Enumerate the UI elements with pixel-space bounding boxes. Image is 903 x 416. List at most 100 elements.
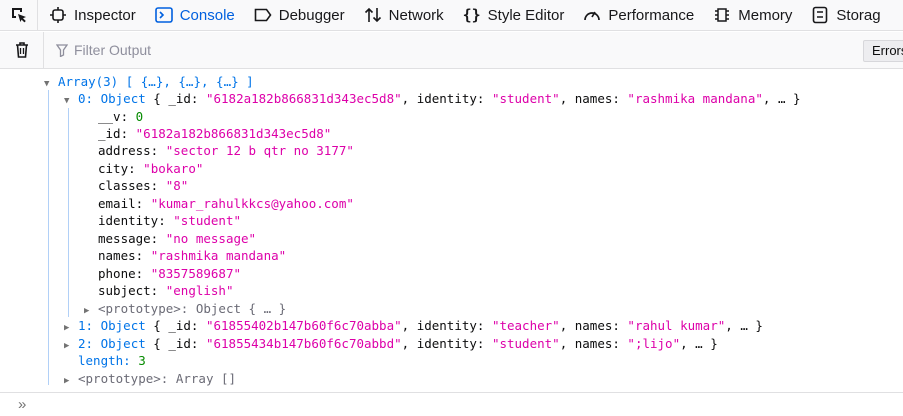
style-editor-icon: {}: [462, 6, 481, 24]
tab-memory[interactable]: Memory: [702, 0, 800, 30]
summary-prefix: { _id:: [153, 91, 206, 106]
property-value: "rashmika mandana": [150, 248, 287, 263]
summary-identity: "teacher": [491, 318, 560, 333]
funnel-icon: [56, 43, 68, 57]
property-row: _id: "6182a182b866831d343ec5d8": [98, 125, 331, 142]
summary-names-key: , names:: [559, 318, 628, 333]
length-value: 3: [138, 353, 146, 368]
summary-identity-key: , identity:: [401, 336, 492, 351]
network-icon: [363, 5, 383, 25]
property-value: "bokaro": [143, 161, 204, 176]
errors-filter-button[interactable]: Errors: [863, 40, 903, 62]
summary-suffix: , … }: [762, 91, 801, 106]
tab-label: Debugger: [278, 6, 345, 24]
trash-icon: [15, 42, 28, 58]
array-header-row[interactable]: ▼ Array(3) [ {…}, {…}, {…} ]: [44, 73, 254, 90]
length-row: length: 3: [78, 352, 146, 369]
filter-input[interactable]: Filter Output: [44, 32, 903, 69]
array-summary: Array(3) [ {…}, {…}, {…} ]: [58, 74, 254, 89]
property-row: subject: "english": [98, 282, 233, 299]
property-key: city:: [98, 161, 136, 176]
tab-console[interactable]: Console: [144, 0, 243, 30]
prototype-key: <prototype>:: [78, 371, 169, 386]
collapsed-twisty-icon: ▶: [64, 341, 70, 351]
summary-prefix: { _id:: [153, 336, 206, 351]
tab-label: Network: [388, 6, 444, 24]
property-key: address:: [98, 143, 159, 158]
array-item-row[interactable]: ▶ 1: Object { _id: "61855402b147b60f6c70a…: [64, 317, 763, 334]
item-type: Object: [100, 91, 146, 106]
property-value: 0: [135, 109, 144, 124]
collapsed-twisty-icon: ▶: [64, 376, 70, 386]
console-icon: [154, 5, 174, 25]
array-item-row[interactable]: ▼ 0: Object { _id: "6182a182b866831d343ec…: [64, 90, 801, 107]
console-input[interactable]: »: [0, 392, 903, 416]
length-key: length:: [78, 353, 131, 368]
prototype-row[interactable]: ▶ <prototype>: Object { … }: [84, 300, 286, 317]
property-row: __v: 0: [98, 108, 143, 125]
summary-names-key: , names:: [559, 91, 628, 106]
property-key: classes:: [98, 178, 159, 193]
tab-label: Console: [179, 6, 235, 24]
summary-identity-key: , identity:: [401, 91, 492, 106]
property-row: message: "no message": [98, 230, 256, 247]
property-row: address: "sector 12 b qtr no 3177": [98, 142, 354, 159]
tree-guide-line: [68, 108, 69, 317]
tree-guide-line: [48, 90, 49, 385]
tab-performance[interactable]: Performance: [572, 0, 702, 30]
summary-names: "rahul kumar": [627, 318, 726, 333]
memory-icon: [712, 5, 732, 25]
property-key: message:: [98, 231, 159, 246]
summary-names: "rashmika mandana": [627, 91, 763, 106]
item-index: 2:: [78, 336, 94, 351]
tab-storage[interactable]: Storag: [800, 0, 888, 30]
element-picker-button[interactable]: [0, 0, 38, 30]
property-row: email: "kumar_rahulkkcs@yahoo.com": [98, 195, 354, 212]
property-value: "8": [165, 178, 189, 193]
tab-inspector[interactable]: Inspector: [38, 0, 144, 30]
prompt-chevron-icon: »: [18, 396, 27, 413]
property-value: "no message": [165, 231, 257, 246]
property-key: email:: [98, 196, 144, 211]
inspector-icon: [48, 5, 68, 25]
devtools-toolbar: Inspector Console Debugger Network {} St…: [0, 0, 903, 31]
tab-label: Style Editor: [487, 6, 565, 24]
tab-label: Performance: [608, 6, 695, 24]
summary-identity-key: , identity:: [401, 318, 492, 333]
console-filter-bar: Filter Output Errors: [0, 31, 903, 69]
array-item-row[interactable]: ▶ 2: Object { _id: "61855434b147b60f6c70a…: [64, 335, 718, 352]
property-key: _id:: [98, 126, 129, 141]
item-type: Object: [100, 336, 146, 351]
tab-label: Inspector: [74, 6, 136, 24]
expanded-twisty-icon: ▼: [44, 79, 50, 89]
prototype-value: Array []: [175, 371, 237, 386]
storage-icon: [810, 5, 830, 25]
property-key: phone:: [98, 266, 144, 281]
property-row: phone: "8357589687": [98, 265, 241, 282]
property-value: "english": [165, 283, 234, 298]
clear-console-button[interactable]: [0, 31, 44, 69]
prototype-key: <prototype>:: [98, 301, 189, 316]
summary-id: "6182a182b866831d343ec5d8": [205, 91, 402, 106]
property-row: identity: "student": [98, 212, 241, 229]
property-value: "6182a182b866831d343ec5d8": [135, 126, 332, 141]
element-picker-icon: [11, 8, 26, 23]
tab-style-editor[interactable]: {} Style Editor: [452, 0, 573, 30]
summary-identity: "student": [491, 91, 560, 106]
tab-debugger[interactable]: Debugger: [243, 0, 353, 30]
summary-id: "61855402b147b60f6c70abba": [205, 318, 402, 333]
summary-names: ";lijo": [627, 336, 681, 351]
prototype-value: Object { … }: [195, 301, 287, 316]
property-key: names:: [98, 248, 144, 263]
tab-network[interactable]: Network: [353, 0, 452, 30]
tab-label: Storag: [836, 6, 881, 24]
tab-label: Memory: [738, 6, 793, 24]
array-prototype-row[interactable]: ▶ <prototype>: Array []: [64, 370, 236, 387]
console-output: ▼ Array(3) [ {…}, {…}, {…} ] ▼ 0: Object {…: [0, 70, 903, 392]
summary-suffix: , … }: [725, 318, 763, 333]
summary-prefix: { _id:: [153, 318, 206, 333]
property-key: identity:: [98, 213, 166, 228]
item-type: Object: [100, 318, 146, 333]
property-row: names: "rashmika mandana": [98, 247, 286, 264]
summary-id: "61855434b147b60f6c70abbd": [205, 336, 402, 351]
